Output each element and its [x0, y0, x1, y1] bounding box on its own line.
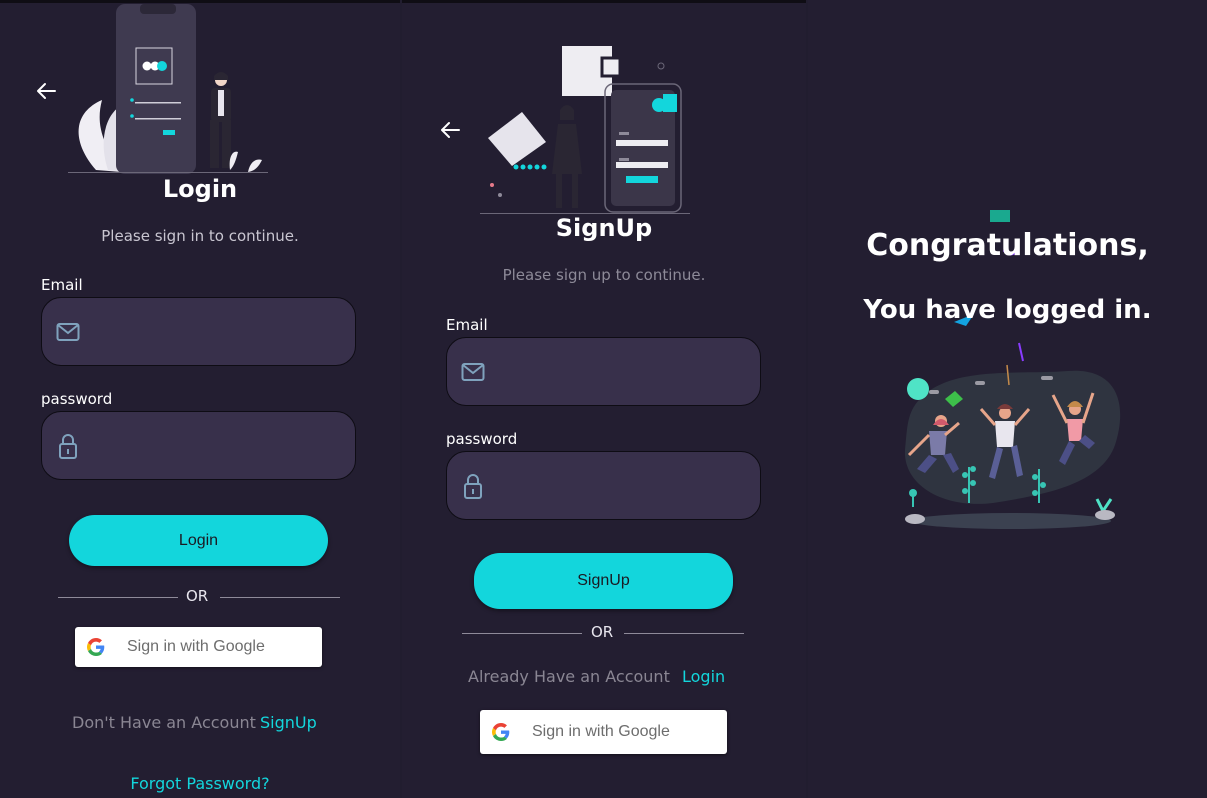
divider-line-right — [624, 633, 744, 634]
password-input[interactable] — [497, 464, 746, 507]
email-label: Email — [41, 276, 83, 294]
envelope-icon — [461, 362, 485, 381]
password-label: password — [446, 430, 518, 448]
signup-screen: SignUp Please sign up to continue. Email… — [402, 0, 806, 798]
celebration-illustration — [904, 342, 1121, 529]
password-input[interactable] — [92, 424, 341, 467]
google-signin-label: Sign in with Google — [532, 723, 670, 740]
divider-line-left — [462, 633, 582, 634]
email-field[interactable] — [41, 297, 356, 366]
email-input[interactable] — [497, 350, 746, 393]
signup-button[interactable]: SignUp — [474, 553, 733, 609]
no-account-text: Don't Have an Account — [72, 713, 256, 732]
lock-icon — [59, 433, 77, 459]
signup-link[interactable]: SignUp — [260, 713, 317, 732]
back-arrow-icon[interactable] — [438, 118, 462, 142]
login-link[interactable]: Login — [682, 667, 725, 686]
logged-in-message: You have logged in. — [863, 295, 1152, 325]
google-logo-icon — [492, 723, 510, 741]
email-field[interactable] — [446, 337, 761, 406]
envelope-icon — [56, 322, 80, 341]
status-bar-edge — [402, 0, 806, 3]
login-illustration — [68, 4, 268, 174]
password-field[interactable] — [41, 411, 356, 480]
forgot-password-link[interactable]: Forgot Password? — [0, 774, 400, 793]
success-screen: Congratulations, You have logged in. — [808, 0, 1207, 798]
email-input[interactable] — [92, 310, 341, 353]
email-label: Email — [446, 316, 488, 334]
divider-line-left — [58, 597, 178, 598]
divider-line-right — [220, 597, 340, 598]
password-label: password — [41, 390, 113, 408]
google-signin-label: Sign in with Google — [127, 638, 265, 655]
password-field[interactable] — [446, 451, 761, 520]
google-signin-button[interactable]: Sign in with Google — [75, 627, 322, 667]
back-arrow-icon[interactable] — [34, 79, 58, 103]
lock-icon — [464, 473, 482, 499]
login-button[interactable]: Login — [69, 515, 328, 566]
page-subtitle: Please sign up to continue. — [502, 266, 706, 284]
page-subtitle: Please sign in to continue. — [101, 227, 299, 245]
page-title: Login — [162, 175, 238, 203]
google-logo-icon — [87, 638, 105, 656]
page-title: SignUp — [555, 214, 653, 242]
have-account-text: Already Have an Account — [468, 667, 670, 686]
or-text: OR — [186, 587, 209, 605]
congrats-heading: Congratulations, — [866, 228, 1149, 263]
or-text: OR — [591, 623, 614, 641]
login-screen: Login Please sign in to continue. Email … — [0, 0, 400, 798]
google-signin-button[interactable]: Sign in with Google — [480, 710, 727, 754]
or-divider: OR — [58, 587, 340, 607]
signup-illustration — [480, 46, 690, 214]
or-divider: OR — [462, 623, 744, 643]
